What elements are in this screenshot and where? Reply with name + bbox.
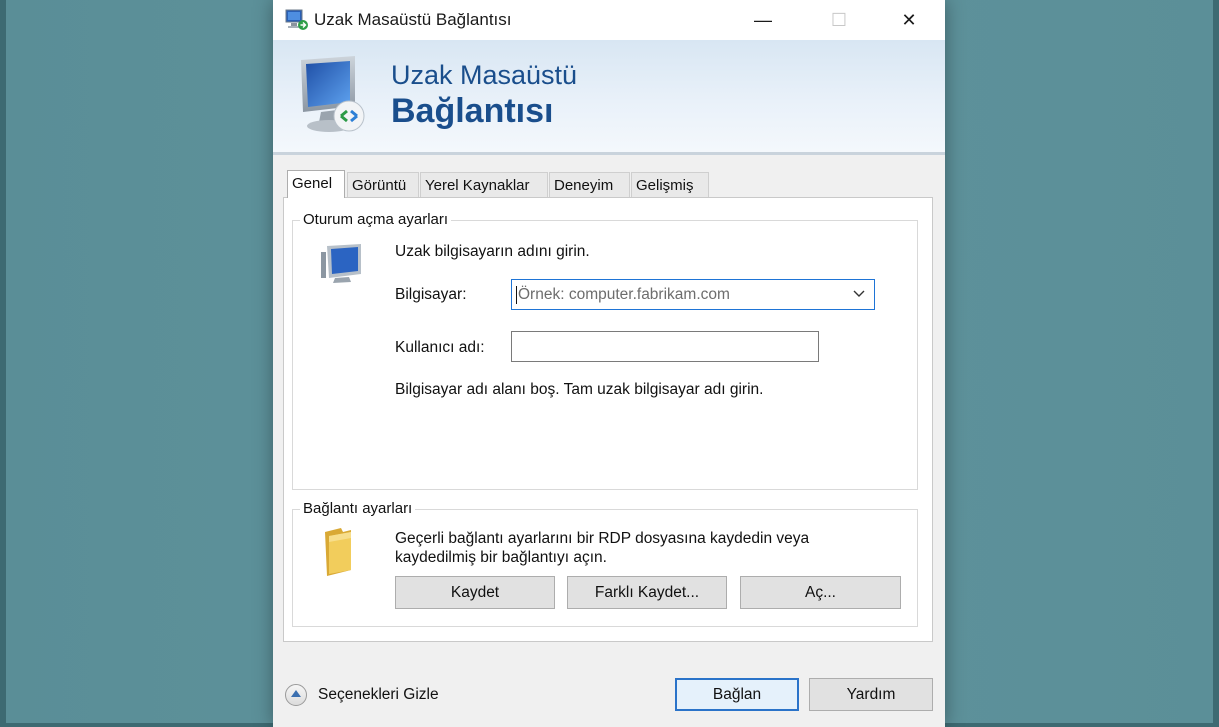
connection-description-line1: Geçerli bağlantı ayarlarını bir RDP dosy… [395, 530, 810, 547]
remote-desktop-monitor-icon [301, 56, 365, 132]
help-button[interactable]: Yardım [809, 678, 933, 711]
computer-label: Bilgisayar: [395, 286, 467, 303]
save-as-button[interactable]: Farklı Kaydet... [567, 576, 727, 609]
computer-name-hint: Bilgisayar adı alanı boş. Tam uzak bilgi… [395, 381, 764, 398]
username-input[interactable] [511, 331, 819, 362]
close-button[interactable]: ✕ [883, 0, 935, 40]
minimize-button[interactable]: — [737, 0, 789, 40]
rdp-window: Uzak Masaüstü Bağlantısı — ☐ ✕ Uzak Masa… [273, 0, 945, 727]
chevron-down-icon[interactable] [852, 286, 866, 300]
connection-description-line2: kaydedilmiş bir bağlantıyı açın. [395, 549, 607, 566]
tab-experience[interactable]: Deneyim [549, 172, 630, 197]
background-frame-left [0, 0, 6, 727]
tab-advanced[interactable]: Gelişmiş [631, 172, 709, 197]
header-banner: Uzak Masaüstü Bağlantısı [273, 40, 945, 155]
background-frame-right [1213, 0, 1219, 727]
tab-panel-general: Oturum açma ayarları Uzak bilgisayarın a… [283, 197, 933, 642]
tab-local-resources[interactable]: Yerel Kaynaklar [420, 172, 548, 197]
text-caret [516, 286, 517, 304]
computer-combobox[interactable]: Örnek: computer.fabrikam.com [511, 279, 875, 310]
collapse-up-icon[interactable] [285, 684, 307, 706]
footer-bar: Seçenekleri Gizle Bağlan Yardım [273, 662, 945, 727]
maximize-button[interactable]: ☐ [813, 0, 865, 40]
connect-button[interactable]: Bağlan [675, 678, 799, 711]
hide-options-link[interactable]: Seçenekleri Gizle [318, 686, 439, 704]
computer-placeholder: Örnek: computer.fabrikam.com [518, 286, 730, 303]
banner-title-line2: Bağlantısı [391, 92, 554, 130]
save-button[interactable]: Kaydet [395, 576, 555, 609]
computer-monitor-icon [321, 244, 361, 283]
logon-settings-group: Oturum açma ayarları Uzak bilgisayarın a… [292, 211, 918, 490]
remote-desktop-icon [285, 9, 308, 30]
connection-settings-group: Bağlantı ayarları Geçerli bağlantı ayarl… [292, 500, 918, 627]
folder-icon [325, 528, 351, 576]
logon-instruction: Uzak bilgisayarın adını girin. [395, 243, 590, 260]
username-label: Kullanıcı adı: [395, 339, 485, 356]
window-title: Uzak Masaüstü Bağlantısı [314, 10, 512, 29]
title-bar[interactable]: Uzak Masaüstü Bağlantısı — ☐ ✕ [273, 0, 945, 40]
logon-settings-legend: Oturum açma ayarları [300, 211, 452, 228]
tab-display[interactable]: Görüntü [347, 172, 419, 197]
open-button[interactable]: Aç... [740, 576, 901, 609]
tab-general[interactable]: Genel [287, 170, 345, 198]
connection-settings-legend: Bağlantı ayarları [300, 500, 416, 517]
banner-title-line1: Uzak Masaüstü [391, 60, 578, 90]
